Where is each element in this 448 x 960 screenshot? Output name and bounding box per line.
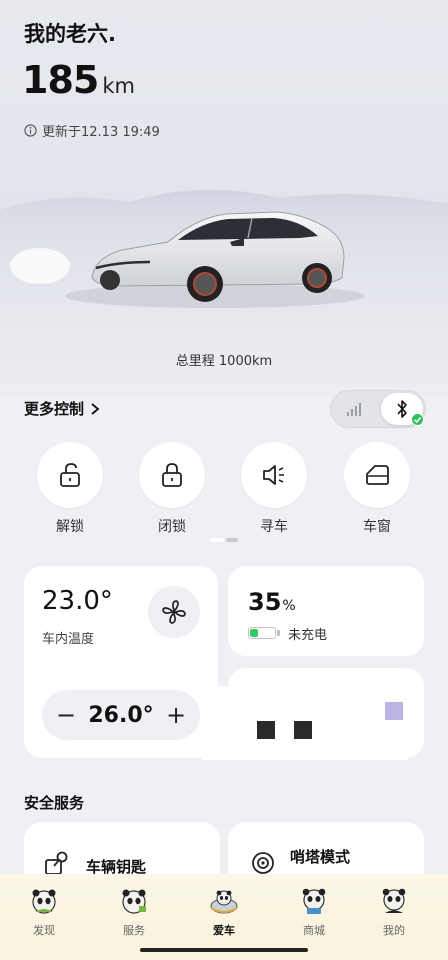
panda-discover-icon <box>32 889 56 914</box>
more-controls-link[interactable]: 更多控制 <box>24 398 100 419</box>
bluetooth-icon <box>397 400 407 418</box>
interior-temperature-label: 车内温度 <box>42 632 95 647</box>
lock-icon <box>162 463 182 487</box>
range-value: 185 <box>22 58 99 102</box>
unlock-icon <box>60 463 80 487</box>
more-controls-label: 更多控制 <box>24 400 85 418</box>
info-icon <box>24 124 37 137</box>
tab-discover[interactable]: 发现 <box>14 886 74 938</box>
tab-service-label: 服务 <box>123 924 145 937</box>
battery-tip <box>277 630 280 636</box>
window-button[interactable] <box>344 442 410 508</box>
safety-services-title: 安全服务 <box>24 794 85 812</box>
window-icon <box>366 465 389 485</box>
unlock-button[interactable] <box>37 442 103 508</box>
temperature-setpoint: − 26.0° + <box>42 690 200 740</box>
vehicle-hero: 我的老六. 185 km 更新于12.13 19:49 总里程 1000km <box>0 0 448 395</box>
increase-temperature-button[interactable]: + <box>166 703 186 727</box>
odometer: 总里程 1000km <box>175 354 273 369</box>
tab-car-label: 爱车 <box>213 924 235 937</box>
climate-card[interactable]: 23.0° 车内温度 − 26.0° + <box>24 566 218 758</box>
update-time-text: 更新于12.13 19:49 <box>42 125 160 140</box>
window-control[interactable]: 车窗 <box>344 442 410 535</box>
battery-bar <box>248 627 276 639</box>
window-label: 车窗 <box>363 519 391 535</box>
find-car-button[interactable] <box>241 442 307 508</box>
redacted-block <box>385 702 403 720</box>
tab-me-label: 我的 <box>383 924 405 937</box>
battery-fill <box>250 629 258 637</box>
connection-toggle[interactable] <box>330 390 426 428</box>
redacted-block <box>294 721 312 739</box>
tab-service[interactable]: 服务 <box>104 886 164 938</box>
tab-me[interactable]: 我的 <box>364 886 424 938</box>
fan-button[interactable] <box>148 586 200 638</box>
home-indicator[interactable] <box>140 948 308 952</box>
interior-temperature: 23.0° <box>42 586 113 616</box>
car-image <box>0 189 448 308</box>
range-unit: km <box>102 74 135 98</box>
tab-mall[interactable]: 商城 <box>284 886 344 938</box>
fan-icon <box>162 600 186 624</box>
unlock-control[interactable]: 解锁 <box>37 442 103 535</box>
panda-service-icon <box>122 889 146 914</box>
find-car-control[interactable]: 寻车 <box>241 442 307 535</box>
car-home-screen: 我的老六. 185 km 更新于12.13 19:49 总里程 1000km 更… <box>0 0 448 960</box>
sentry-icon <box>252 852 274 874</box>
horn-icon <box>263 465 284 485</box>
tab-discover-label: 发现 <box>33 924 55 937</box>
battery-percent-symbol: % <box>282 598 296 614</box>
vehicle-name[interactable]: 我的老六. <box>24 18 116 48</box>
decrease-temperature-button[interactable]: − <box>56 703 76 727</box>
connected-check-icon <box>411 413 424 426</box>
panda-mall-icon <box>302 888 326 914</box>
lock-button[interactable] <box>139 442 205 508</box>
key-icon <box>45 851 68 875</box>
chevron-right-icon <box>91 402 100 415</box>
lock-control[interactable]: 闭锁 <box>139 442 205 535</box>
tab-car[interactable]: 爱车 <box>194 886 254 938</box>
page-indicator <box>210 538 238 542</box>
lock-label: 闭锁 <box>158 519 186 535</box>
panda-car-icon <box>210 890 238 914</box>
battery-card[interactable]: 35% 未充电 <box>228 566 424 656</box>
update-time: 更新于12.13 19:49 <box>24 121 160 140</box>
find-car-label: 寻车 <box>260 519 288 535</box>
battery-percent-value: 35 <box>248 588 282 616</box>
page-dot-active <box>210 538 224 542</box>
panda-me-icon <box>382 888 406 913</box>
charging-status: 未充电 <box>288 628 328 643</box>
tab-mall-label: 商城 <box>303 924 325 937</box>
bluetooth-option[interactable] <box>381 393 424 426</box>
setpoint-value: 26.0° <box>88 702 154 728</box>
signal-icon[interactable] <box>345 400 363 418</box>
redacted-block <box>257 721 275 739</box>
range-display: 185 km <box>22 58 135 102</box>
page-dot <box>226 538 238 542</box>
unlock-label: 解锁 <box>56 519 84 535</box>
sentry-mode-label: 哨塔模式 <box>290 848 351 866</box>
battery-percent: 35% <box>248 588 296 616</box>
